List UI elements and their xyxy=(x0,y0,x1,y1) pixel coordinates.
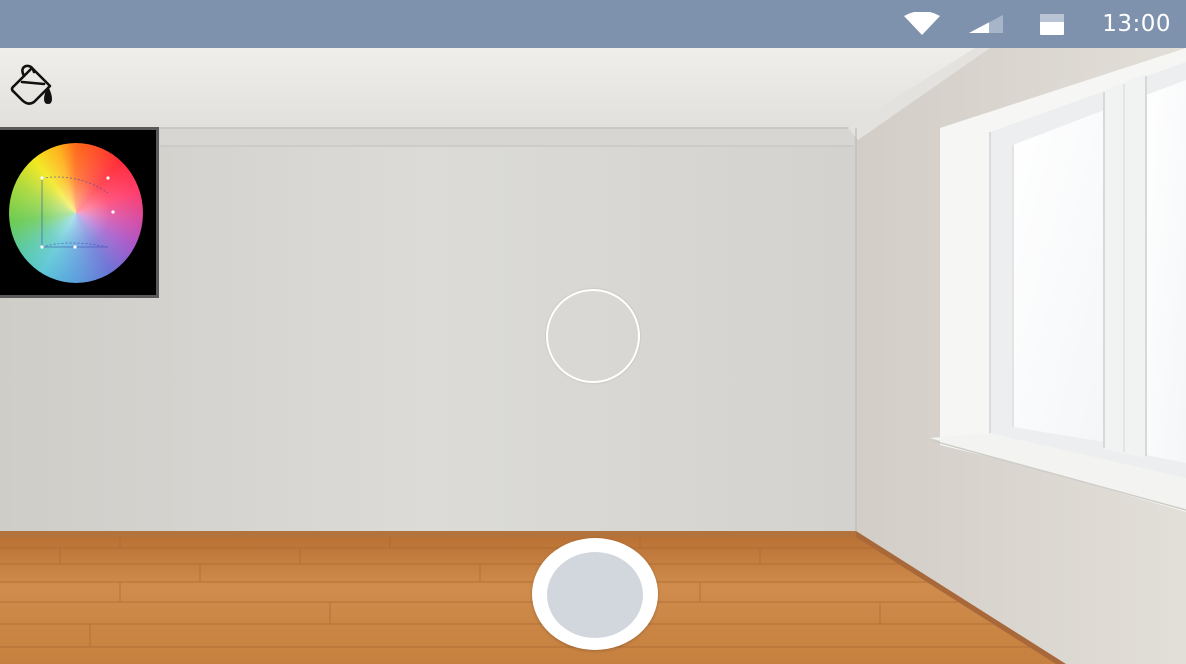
cellular-signal-icon xyxy=(969,0,1004,48)
battery-icon xyxy=(1039,0,1065,48)
status-time: 13:00 xyxy=(1102,11,1171,37)
focus-reticle xyxy=(546,289,640,383)
color-picker-panel xyxy=(0,127,159,298)
paint-bucket-icon[interactable] xyxy=(8,62,58,108)
capture-button[interactable] xyxy=(532,538,658,650)
camera-screen: 13:00 xyxy=(0,0,1186,664)
wifi-icon xyxy=(903,0,941,48)
selected-color-swatch xyxy=(547,552,643,638)
status-bar: 13:00 xyxy=(0,0,1186,48)
color-wheel[interactable] xyxy=(9,143,143,283)
